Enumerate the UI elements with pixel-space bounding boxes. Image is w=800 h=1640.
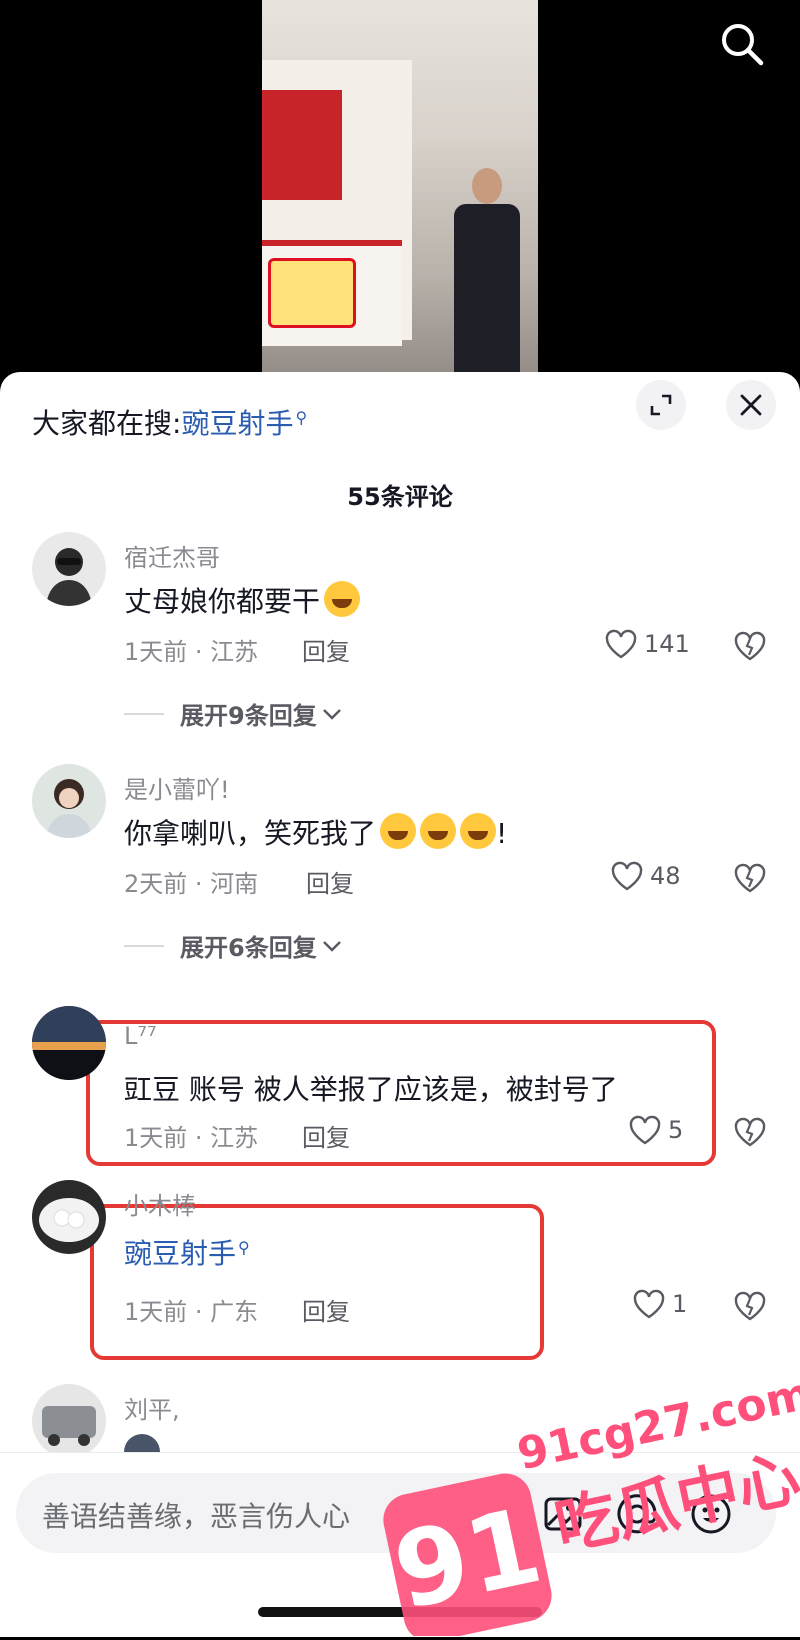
comment-time-location: 1天前 · 广东: [124, 1298, 259, 1326]
heart-icon: [629, 1115, 661, 1145]
search-icon[interactable]: [718, 20, 766, 68]
like-button[interactable]: 141: [604, 628, 690, 660]
avatar[interactable]: [32, 1384, 106, 1458]
video-shop-stall: [262, 60, 412, 346]
expand-replies-button[interactable]: 展开9条回复: [124, 696, 343, 731]
comment-author[interactable]: 宿迁杰哥: [124, 538, 220, 573]
comment-author[interactable]: 小木棒: [124, 1186, 196, 1221]
home-indicator: [258, 1607, 542, 1617]
like-button[interactable]: 48: [610, 860, 681, 892]
comment-author[interactable]: 是小蕾吖!: [124, 770, 230, 805]
like-button[interactable]: 5: [628, 1114, 683, 1146]
expand-replies-button[interactable]: 展开6条回复: [124, 928, 343, 963]
broken-heart-icon: [734, 1291, 766, 1321]
like-count: 1: [672, 1290, 688, 1318]
broken-heart-icon: [734, 1117, 766, 1147]
dislike-button[interactable]: [732, 860, 768, 896]
broken-heart-icon: [734, 863, 766, 893]
rofl-emoji-icon: [380, 813, 417, 849]
comment-text: 豇豆 账号 被人举报了应该是，被封号了: [124, 1073, 618, 1106]
reply-button[interactable]: 回复: [306, 864, 354, 899]
avatar[interactable]: [32, 532, 106, 606]
hot-search-prefix: 大家都在搜:: [32, 407, 182, 440]
chevron-down-icon: [322, 708, 341, 720]
dislike-button[interactable]: [732, 1114, 768, 1150]
comment-search-link[interactable]: 豌豆射手 ⚲: [124, 1232, 250, 1272]
comment-author[interactable]: L⁷⁷: [124, 1022, 157, 1050]
reply-button[interactable]: 回复: [302, 1292, 350, 1327]
cat-emoji-icon: [124, 1434, 160, 1452]
reply-button[interactable]: 回复: [302, 1118, 350, 1153]
comment-count: 55条评论: [347, 483, 453, 511]
broken-heart-icon: [734, 631, 766, 661]
like-button[interactable]: 1: [632, 1288, 687, 1320]
avatar[interactable]: [32, 764, 106, 838]
avatar[interactable]: [32, 1180, 106, 1254]
chevron-down-icon: [322, 940, 341, 952]
rofl-emoji-icon: [324, 581, 361, 617]
comment-text: 你拿喇叭，笑死我了!: [124, 812, 507, 852]
hot-search[interactable]: 大家都在搜:豌豆射手 ⚲: [32, 402, 307, 442]
highlight-box: [90, 1204, 544, 1360]
avatar[interactable]: [32, 1006, 106, 1080]
heart-icon: [611, 861, 643, 891]
emoji-icon[interactable]: [688, 1491, 734, 1537]
heart-icon: [605, 629, 637, 659]
dislike-button[interactable]: [732, 1288, 768, 1324]
comment-time-location: 2天前 · 河南: [124, 870, 259, 898]
close-icon: [740, 394, 762, 416]
rofl-emoji-icon: [460, 813, 497, 849]
video-player[interactable]: [0, 0, 800, 392]
video-person: [450, 168, 524, 392]
like-count: 141: [644, 630, 690, 658]
search-small-icon: ⚲: [295, 407, 308, 427]
comment-input-bar: 善语结善缘，恶言伤人心: [0, 1452, 800, 1637]
expand-button[interactable]: [636, 380, 686, 430]
close-button[interactable]: [726, 380, 776, 430]
comment-input[interactable]: 善语结善缘，恶言伤人心: [16, 1473, 776, 1553]
rofl-emoji-icon: [420, 813, 457, 849]
comment-author[interactable]: 刘平,: [124, 1390, 180, 1425]
search-small-icon: ⚲: [238, 1237, 250, 1257]
comment-text: 丈母娘你都要干: [124, 580, 361, 620]
heart-icon: [633, 1289, 665, 1319]
comment-time-location: 1天前 · 江苏: [124, 1124, 259, 1152]
like-count: 48: [650, 862, 681, 890]
comment-input-placeholder: 善语结善缘，恶言伤人心: [42, 1500, 351, 1533]
reply-button[interactable]: 回复: [302, 632, 350, 667]
comment-time-location: 1天前 · 江苏: [124, 638, 259, 666]
image-icon[interactable]: [540, 1491, 586, 1537]
like-count: 5: [668, 1116, 684, 1144]
expand-icon: [650, 394, 672, 416]
at-mention-icon[interactable]: [614, 1491, 660, 1537]
hot-search-keyword[interactable]: 豌豆射手: [181, 407, 293, 440]
dislike-button[interactable]: [732, 628, 768, 664]
video-frame: [262, 0, 538, 392]
comment-sheet: 大家都在搜:豌豆射手 ⚲ 55条评论 宿迁杰哥 丈母娘你都要干 1天前 · 江苏 …: [0, 372, 800, 1636]
